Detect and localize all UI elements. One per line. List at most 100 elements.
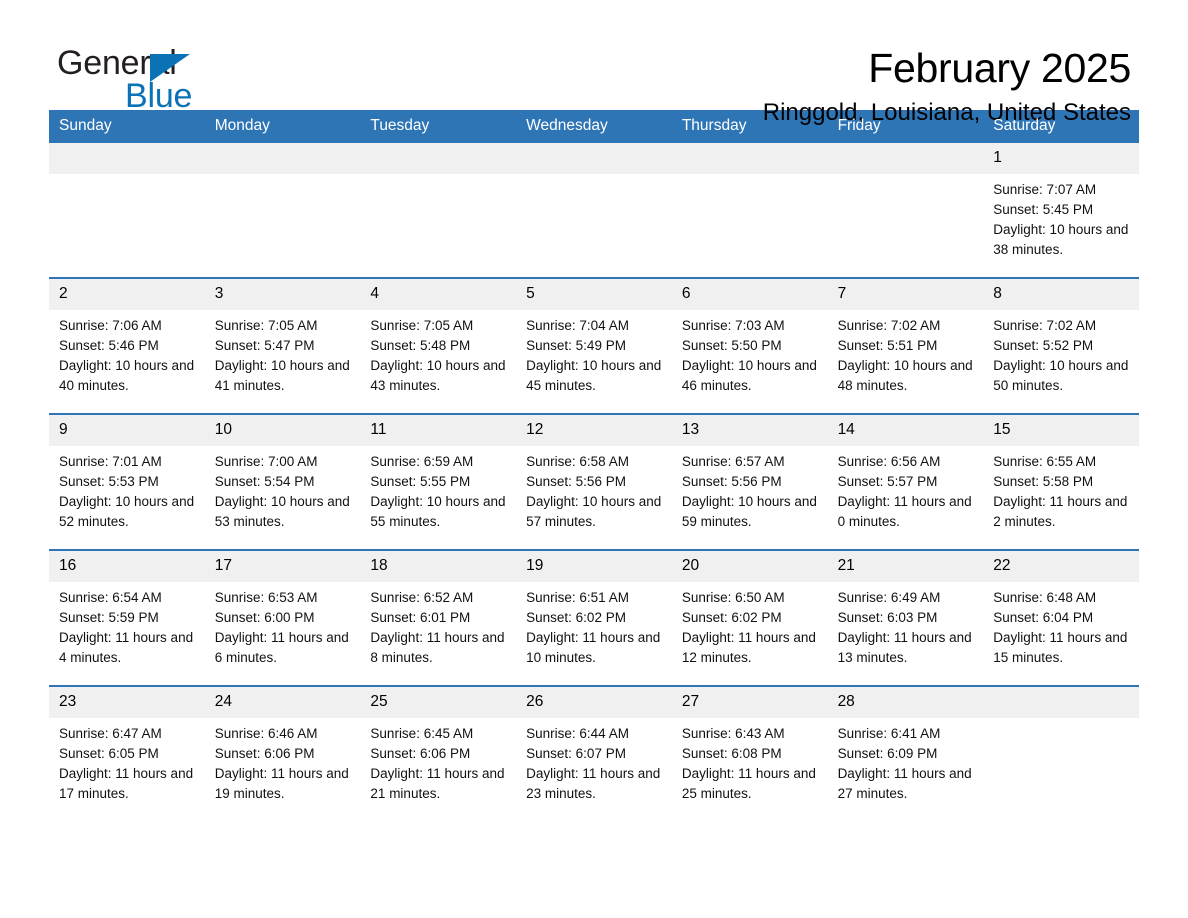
- sunrise-text: Sunrise: 7:04 AM: [526, 318, 629, 333]
- daylight-text: Daylight: 10 hours and 50 minutes.: [993, 358, 1129, 393]
- daylight-text: Daylight: 11 hours and 25 minutes.: [681, 766, 816, 801]
- weekday-header-row: Sunday Monday Tuesday Wednesday Thursday Frid…: [49, 110, 1139, 143]
- calendar-day-cell[interactable]: 11 Sunrise: 6:59 AM Sunset: 5:55 PM Dayligh…: [360, 415, 517, 549]
- sunrise-text: Sunrise: 6:46 AM: [214, 726, 318, 741]
- calendar-week-row: 9 Sunrise: 7:01 AM Sunset: 5:53 PM Daylight…: [49, 413, 1139, 549]
- daylight-text: Daylight: 10 hours and 55 minutes.: [370, 494, 506, 529]
- calendar-day-cell[interactable]: 8 Sunrise: 7:02 AM Sunset: 5:52 PM Daylight…: [983, 279, 1139, 413]
- day-number: 25: [360, 687, 517, 718]
- calendar-day-cell[interactable]: 23 Sunrise: 6:47 AM Sunset: 6:05 PM Dayligh…: [49, 687, 205, 821]
- daylight-text: Daylight: 11 hours and 21 minutes.: [370, 766, 505, 801]
- sunrise-text: Sunrise: 6:48 AM: [993, 590, 1097, 605]
- sunset-text: Sunset: 6:06 PM: [214, 746, 315, 761]
- day-sun-info: Sunrise: 6:48 AM Sunset: 6:04 PM Daylight:…: [983, 582, 1139, 668]
- daylight-text: Daylight: 10 hours and 53 minutes.: [214, 494, 350, 529]
- weekday-header-tuesday: Tuesday: [370, 117, 430, 134]
- sunset-text: Sunset: 5:46 PM: [59, 338, 159, 353]
- calendar-day-cell[interactable]: 14 Sunrise: 6:56 AM Sunset: 5:57 PM Dayligh…: [827, 415, 984, 549]
- day-number: [671, 143, 828, 174]
- sunrise-text: Sunrise: 6:55 AM: [993, 454, 1097, 469]
- day-sun-info: Sunrise: 7:00 AM Sunset: 5:54 PM Daylight:…: [205, 446, 361, 532]
- day-sun-info: Sunrise: 6:41 AM Sunset: 6:09 PM Daylight:…: [828, 718, 984, 804]
- day-number: [360, 143, 517, 174]
- sunrise-text: Sunrise: 7:05 AM: [370, 318, 474, 333]
- calendar-day-cell[interactable]: 4 Sunrise: 7:05 AM Sunset: 5:48 PM Daylight…: [360, 279, 517, 413]
- calendar-day-cell-empty: [204, 143, 361, 277]
- daylight-text: Daylight: 11 hours and 10 minutes.: [526, 630, 661, 665]
- day-number: [516, 143, 672, 174]
- day-sun-info: Sunrise: 6:46 AM Sunset: 6:06 PM Daylight:…: [205, 718, 361, 804]
- daylight-text: Daylight: 11 hours and 8 minutes.: [370, 630, 505, 665]
- calendar-week-row: 2 Sunrise: 7:06 AM Sunset: 5:46 PM Daylight…: [49, 277, 1139, 413]
- daylight-text: Daylight: 11 hours and 4 minutes.: [59, 630, 194, 665]
- calendar-day-cell[interactable]: 1 Sunrise: 7:07 AM Sunset: 5:45 PM Daylight…: [983, 143, 1139, 277]
- sunset-text: Sunset: 5:54 PM: [214, 474, 315, 489]
- sunset-text: Sunset: 6:04 PM: [993, 610, 1094, 625]
- calendar-day-cell[interactable]: 26 Sunrise: 6:44 AM Sunset: 6:07 PM Dayligh…: [516, 687, 672, 821]
- day-number: 22: [983, 551, 1139, 582]
- generalblue-logo[interactable]: General Blue: [49, 44, 249, 115]
- day-sun-info: Sunrise: 7:05 AM Sunset: 5:48 PM Daylight:…: [360, 310, 516, 396]
- day-number: 11: [360, 415, 517, 446]
- calendar-day-cell[interactable]: 2 Sunrise: 7:06 AM Sunset: 5:46 PM Daylight…: [49, 279, 205, 413]
- calendar-day-cell[interactable]: 13 Sunrise: 6:57 AM Sunset: 5:56 PM Dayligh…: [671, 415, 828, 549]
- daylight-text: Daylight: 11 hours and 12 minutes.: [681, 630, 816, 665]
- calendar-day-cell[interactable]: 28 Sunrise: 6:41 AM Sunset: 6:09 PM Dayligh…: [827, 687, 984, 821]
- weekday-header-friday: Friday: [837, 117, 881, 134]
- calendar-day-cell[interactable]: 16 Sunrise: 6:54 AM Sunset: 5:59 PM Dayligh…: [49, 551, 205, 685]
- calendar-day-cell[interactable]: 5 Sunrise: 7:04 AM Sunset: 5:49 PM Daylight…: [516, 279, 672, 413]
- day-number: 27: [671, 687, 828, 718]
- day-number: 20: [671, 551, 828, 582]
- calendar-week-row: 16 Sunrise: 6:54 AM Sunset: 5:59 PM Dayligh…: [49, 549, 1139, 685]
- calendar-day-cell[interactable]: 7 Sunrise: 7:02 AM Sunset: 5:51 PM Daylight…: [827, 279, 984, 413]
- day-sun-info: Sunrise: 6:58 AM Sunset: 5:56 PM Daylight:…: [516, 446, 672, 532]
- sunrise-text: Sunrise: 6:43 AM: [681, 726, 785, 741]
- calendar-day-cell[interactable]: 22 Sunrise: 6:48 AM Sunset: 6:04 PM Dayligh…: [983, 551, 1139, 685]
- calendar-day-cell-empty: [671, 143, 828, 277]
- calendar-day-cell[interactable]: 12 Sunrise: 6:58 AM Sunset: 5:56 PM Dayligh…: [516, 415, 672, 549]
- sunrise-text: Sunrise: 6:45 AM: [370, 726, 474, 741]
- sunset-text: Sunset: 6:09 PM: [837, 746, 938, 761]
- sunset-text: Sunset: 5:45 PM: [993, 202, 1094, 217]
- calendar-day-cell[interactable]: 17 Sunrise: 6:53 AM Sunset: 6:00 PM Dayligh…: [204, 551, 361, 685]
- day-sun-info: Sunrise: 6:57 AM Sunset: 5:56 PM Daylight:…: [672, 446, 828, 532]
- calendar-day-cell[interactable]: 18 Sunrise: 6:52 AM Sunset: 6:01 PM Dayligh…: [360, 551, 517, 685]
- day-sun-info: Sunrise: 7:02 AM Sunset: 5:51 PM Daylight:…: [828, 310, 984, 396]
- calendar-day-cell[interactable]: 9 Sunrise: 7:01 AM Sunset: 5:53 PM Daylight…: [49, 415, 205, 549]
- daylight-text: Daylight: 10 hours and 40 minutes.: [59, 358, 195, 393]
- sunrise-text: Sunrise: 6:41 AM: [837, 726, 941, 741]
- sunrise-text: Sunrise: 7:07 AM: [993, 182, 1097, 197]
- page-title: February 2025: [868, 45, 1131, 91]
- day-number: 19: [516, 551, 672, 582]
- calendar-day-cell[interactable]: 10 Sunrise: 7:00 AM Sunset: 5:54 PM Dayligh…: [204, 415, 361, 549]
- daylight-text: Daylight: 10 hours and 57 minutes.: [526, 494, 662, 529]
- day-number: 2: [49, 279, 205, 310]
- day-sun-info: Sunrise: 7:01 AM Sunset: 5:53 PM Daylight:…: [49, 446, 205, 532]
- day-number: [204, 143, 361, 174]
- day-number: 16: [49, 551, 205, 582]
- sunset-text: Sunset: 6:01 PM: [370, 610, 471, 625]
- sunrise-text: Sunrise: 6:58 AM: [526, 454, 629, 469]
- day-number: 26: [516, 687, 672, 718]
- day-number: [827, 143, 984, 174]
- day-number: 28: [827, 687, 984, 718]
- calendar-day-cell[interactable]: 19 Sunrise: 6:51 AM Sunset: 6:02 PM Dayligh…: [516, 551, 672, 685]
- calendar-day-cell-empty: [49, 143, 205, 277]
- calendar-day-cell[interactable]: 21 Sunrise: 6:49 AM Sunset: 6:03 PM Dayligh…: [827, 551, 984, 685]
- calendar-day-cell-empty: [983, 687, 1139, 821]
- day-number: 12: [516, 415, 672, 446]
- calendar-day-cell[interactable]: 25 Sunrise: 6:45 AM Sunset: 6:06 PM Dayligh…: [360, 687, 517, 821]
- day-number: 5: [516, 279, 672, 310]
- sunset-text: Sunset: 6:00 PM: [214, 610, 315, 625]
- sunrise-text: Sunrise: 6:47 AM: [59, 726, 162, 741]
- calendar-day-cell[interactable]: 3 Sunrise: 7:05 AM Sunset: 5:47 PM Daylight…: [204, 279, 361, 413]
- daylight-text: Daylight: 11 hours and 6 minutes.: [214, 630, 349, 665]
- calendar-day-cell[interactable]: 27 Sunrise: 6:43 AM Sunset: 6:08 PM Dayligh…: [671, 687, 828, 821]
- calendar-day-cell[interactable]: 15 Sunrise: 6:55 AM Sunset: 5:58 PM Dayligh…: [983, 415, 1139, 549]
- calendar-day-cell[interactable]: 20 Sunrise: 6:50 AM Sunset: 6:02 PM Dayligh…: [671, 551, 828, 685]
- calendar-day-cell-empty: [516, 143, 672, 277]
- daylight-text: Daylight: 11 hours and 2 minutes.: [993, 494, 1128, 529]
- calendar-day-cell[interactable]: 24 Sunrise: 6:46 AM Sunset: 6:06 PM Dayligh…: [204, 687, 361, 821]
- weekday-header-wednesday: Wednesday: [526, 117, 608, 134]
- calendar-day-cell[interactable]: 6 Sunrise: 7:03 AM Sunset: 5:50 PM Daylight…: [671, 279, 828, 413]
